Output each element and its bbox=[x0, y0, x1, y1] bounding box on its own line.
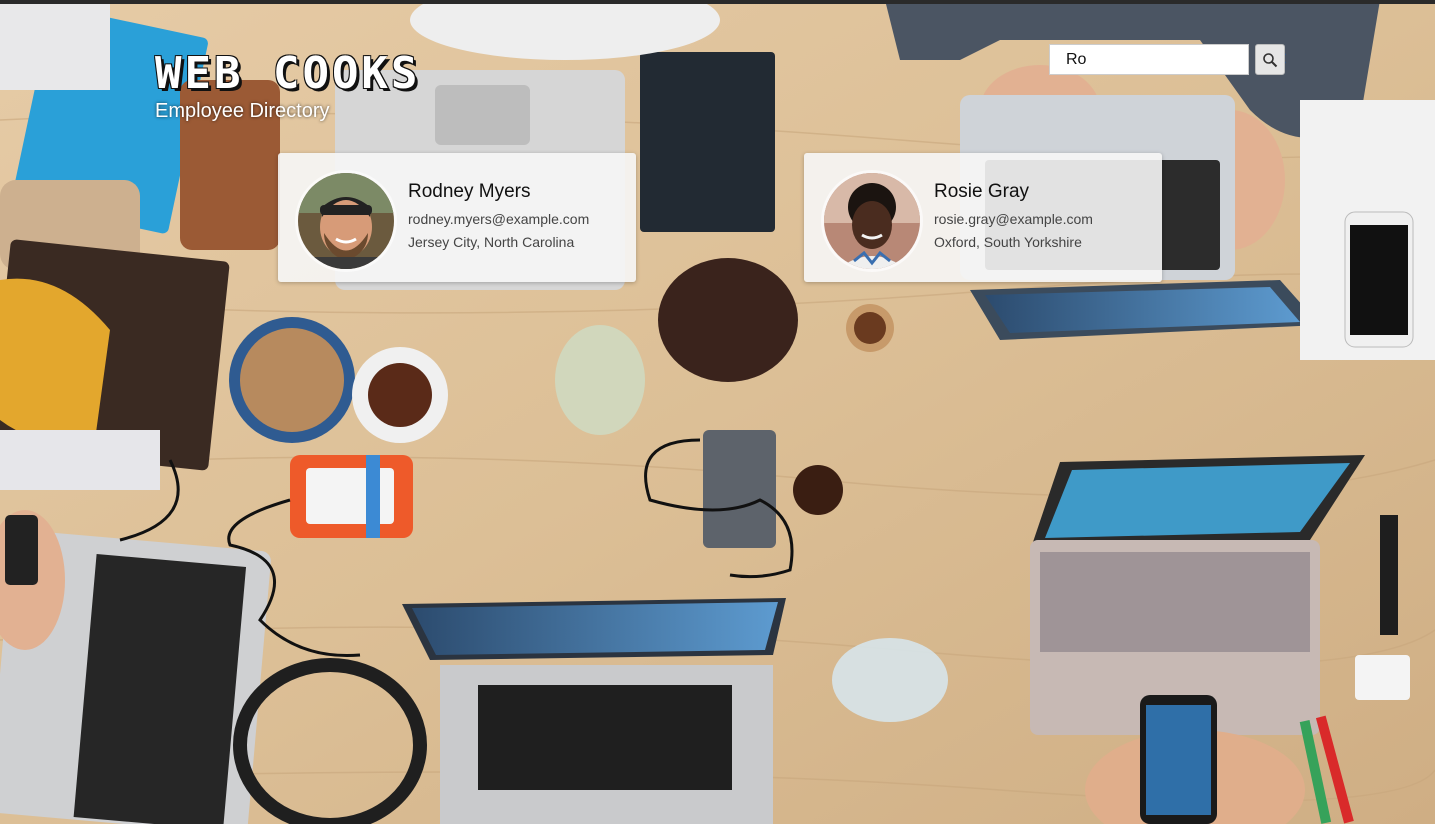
search-input[interactable] bbox=[1050, 45, 1273, 74]
avatar bbox=[824, 173, 920, 269]
brand-header: WEB COOKS Employee Directory bbox=[155, 50, 420, 123]
employee-email: rodney.myers@example.com bbox=[408, 211, 590, 227]
top-edge-bar bbox=[0, 0, 1435, 4]
employee-card[interactable]: Rodney Myers rodney.myers@example.com Je… bbox=[278, 153, 636, 282]
employee-location: Oxford, South Yorkshire bbox=[934, 234, 1082, 250]
employee-name: Rodney Myers bbox=[408, 181, 531, 202]
employee-card[interactable]: Rosie Gray rosie.gray@example.com Oxford… bbox=[804, 153, 1162, 282]
search-icon bbox=[1263, 52, 1278, 67]
search-button[interactable] bbox=[1255, 44, 1285, 75]
brand-subtitle: Employee Directory bbox=[155, 100, 330, 122]
page-background: WEB COOKS Employee Directory ✕ Rodney bbox=[0, 0, 1435, 824]
avatar bbox=[298, 173, 394, 269]
desk-background-image bbox=[0, 0, 1435, 824]
search-field: ✕ bbox=[1049, 44, 1288, 75]
employee-name: Rosie Gray bbox=[934, 181, 1030, 202]
brand-logo-title: WEB COOKS bbox=[155, 48, 421, 99]
employee-email: rosie.gray@example.com bbox=[934, 211, 1093, 227]
employee-location: Jersey City, North Carolina bbox=[408, 234, 575, 250]
